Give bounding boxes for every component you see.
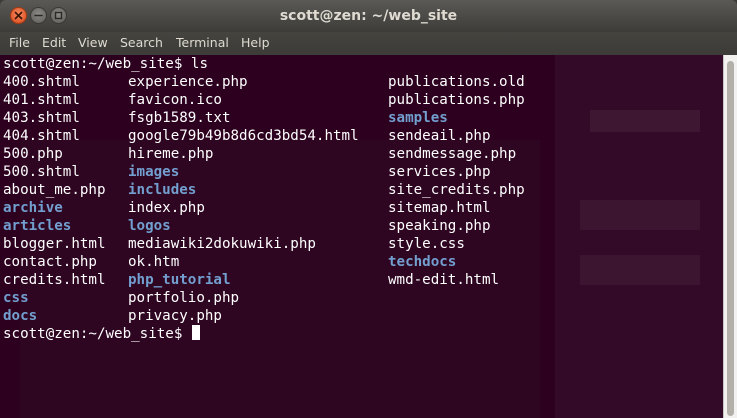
file-entry: 500.php (3, 146, 63, 162)
ls-row: blogger.html mediawiki2dokuwiki.php style.… (3, 235, 723, 253)
file-entry: credits.html (3, 272, 106, 288)
file-entry: 401.shtml (3, 92, 80, 108)
file-entry: google79b49b8d6cd3bd54.html (128, 128, 359, 144)
file-entry: ok.htm (128, 254, 180, 270)
ls-row: css portfolio.php (3, 289, 723, 307)
file-entry: portfolio.php (128, 290, 240, 306)
menu-file[interactable]: File (9, 35, 30, 50)
file-entry: experience.php (128, 74, 248, 90)
directory-entry: archive (3, 200, 63, 216)
ls-row: docs privacy.php (3, 307, 723, 325)
ls-row: 500.php hireme.php sendmessage.php (3, 145, 723, 163)
file-entry: privacy.php (128, 308, 222, 324)
file-entry: hireme.php (128, 146, 214, 162)
ls-row: 400.shtml experience.php publications.old (3, 73, 723, 91)
file-entry: publications.old (388, 74, 525, 90)
ls-row: articles logos speaking.php (3, 217, 723, 235)
file-entry: sendeail.php (388, 128, 491, 144)
terminal-output[interactable]: scott@zen:~/web_site$ ls 400.shtml experi… (0, 55, 723, 418)
file-entry: about_me.php (3, 182, 106, 198)
file-entry: site_credits.php (388, 182, 525, 198)
directory-entry: includes (128, 182, 197, 198)
scrollbar-thumb[interactable] (727, 61, 734, 416)
file-entry: index.php (128, 200, 205, 216)
prompt: scott@zen:~/web_site$ (3, 326, 191, 342)
directory-entry: images (128, 164, 180, 180)
terminal-window: scott@zen: ~/web_site File Edit View Sea… (0, 0, 737, 418)
file-entry: 500.shtml (3, 164, 80, 180)
file-entry: favicon.ico (128, 92, 222, 108)
command-line: scott@zen:~/web_site$ ls (3, 56, 208, 72)
ls-row: 401.shtml favicon.ico publications.php (3, 91, 723, 109)
file-entry: services.php (388, 164, 491, 180)
directory-entry: docs (3, 308, 38, 324)
ls-row: contact.php ok.htm techdocs (3, 253, 723, 271)
file-entry: sitemap.html (388, 200, 491, 216)
file-entry: mediawiki2dokuwiki.php (128, 236, 316, 252)
menu-edit[interactable]: Edit (42, 35, 66, 50)
menu-help[interactable]: Help (241, 35, 270, 50)
ls-row: 500.shtml images services.php (3, 163, 723, 181)
ls-row: credits.html php_tutorial wmd-edit.html (3, 271, 723, 289)
prompt-line: scott@zen:~/web_site$ (3, 325, 723, 343)
title-bar[interactable]: scott@zen: ~/web_site (0, 0, 737, 32)
file-entry: publications.php (388, 92, 525, 108)
directory-entry: php_tutorial (128, 272, 231, 288)
file-entry: blogger.html (3, 236, 106, 252)
ls-row: 403.shtml fsgb1589.txt samples (3, 109, 723, 127)
ls-row: archive index.php sitemap.html (3, 199, 723, 217)
scrollbar[interactable] (723, 55, 737, 418)
file-entry: style.css (388, 236, 465, 252)
directory-entry: css (3, 290, 29, 306)
cursor (191, 325, 200, 340)
file-entry: sendmessage.php (388, 146, 517, 162)
terminal-text: scott@zen:~/web_site$ ls 400.shtml experi… (3, 55, 723, 343)
directory-entry: logos (128, 218, 171, 234)
file-entry: 400.shtml (3, 74, 80, 90)
directory-entry: techdocs (388, 254, 457, 270)
file-entry: 403.shtml (3, 110, 80, 126)
file-entry: contact.php (3, 254, 97, 270)
file-entry: wmd-edit.html (388, 272, 500, 288)
file-entry: 404.shtml (3, 128, 80, 144)
menu-search[interactable]: Search (120, 35, 163, 50)
menu-terminal[interactable]: Terminal (176, 35, 229, 50)
window-title: scott@zen: ~/web_site (279, 8, 458, 24)
ls-row: about_me.php includes site_credits.php (3, 181, 723, 199)
menu-bar: File Edit View Search Terminal Help (0, 32, 737, 55)
directory-entry: samples (388, 110, 448, 126)
file-entry: speaking.php (388, 218, 491, 234)
menu-view[interactable]: View (78, 35, 108, 50)
ls-row: 404.shtml google79b49b8d6cd3bd54.html send… (3, 127, 723, 145)
file-entry: fsgb1589.txt (128, 110, 231, 126)
directory-entry: articles (3, 218, 72, 234)
